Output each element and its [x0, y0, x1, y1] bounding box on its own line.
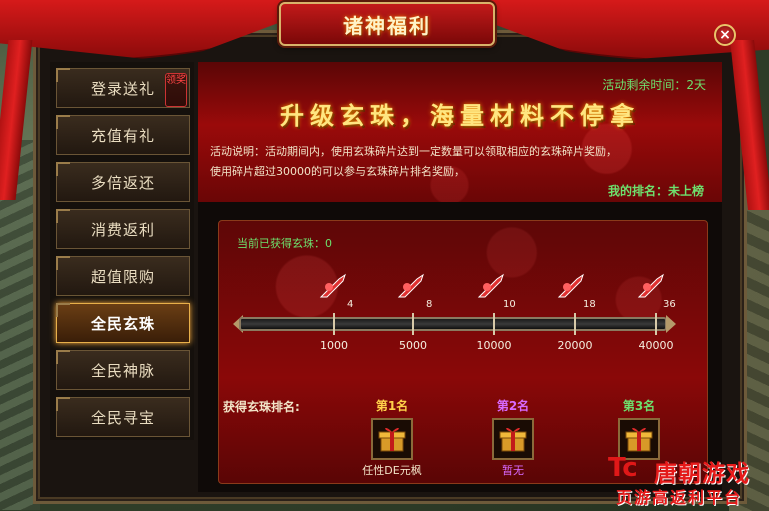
sidebar-item-label: 全民寻宝: [90, 408, 155, 427]
description-line-2: 使用碎片超过30000的可以参与玄珠碎片排名奖励，: [210, 165, 465, 178]
milestone-threshold: 20000: [557, 339, 593, 352]
rank-player-name: 暂无: [502, 464, 524, 477]
milestone-tick: [574, 313, 576, 335]
sword-item-icon: [319, 273, 346, 298]
progress-panel: 当前已获得玄珠：0 4 8 10 18 36 1000 5000 10000 2…: [218, 220, 708, 484]
my-rank-label: 我的排名：: [607, 184, 668, 198]
rank-slot-1: 第1名 任性DE元枫: [352, 397, 432, 478]
sidebar-item-login-gift[interactable]: 登录送礼 领奖: [56, 68, 190, 108]
reward-count-5: 36: [663, 299, 676, 310]
milestone-threshold: 10000: [476, 339, 512, 352]
watermark-logo: Tc: [608, 453, 638, 483]
sidebar-item-shenmai[interactable]: 全民神脉: [56, 350, 190, 390]
rank-reward-box[interactable]: [371, 418, 413, 460]
obtained-count: 当前已获得玄珠：0: [237, 237, 332, 250]
activity-banner: 活动剩余时间：2天 升级玄珠，海量材料不停拿 活动说明：活动期间内，使用玄珠碎片…: [198, 62, 722, 202]
gift-box-icon: [625, 427, 653, 452]
sidebar-item-xuanzhu[interactable]: 全民玄珠: [56, 303, 190, 343]
sword-item-icon: [637, 273, 664, 298]
sidebar: 登录送礼 领奖 充值有礼 多倍返还 消费返利 超值限购 全民玄珠 全民神脉 全民…: [50, 62, 194, 440]
close-icon: ×: [719, 27, 731, 43]
content-panel: 活动剩余时间：2天 升级玄珠，海量材料不停拿 活动说明：活动期间内，使用玄珠碎片…: [198, 62, 722, 492]
milestone-tick: [412, 313, 414, 335]
rank-position: 第3名: [622, 399, 656, 413]
gift-box-icon: [499, 427, 527, 452]
ranking-title: 获得玄珠排名:: [223, 400, 300, 414]
milestone-reward-5[interactable]: [637, 273, 667, 301]
watermark-brand: 唐朝游戏: [654, 461, 750, 487]
my-rank-value: 未上榜: [667, 184, 704, 198]
sidebar-item-treasure-hunt[interactable]: 全民寻宝: [56, 397, 190, 437]
sidebar-item-label: 消费返利: [90, 220, 155, 239]
claim-badge: 领奖: [165, 73, 187, 107]
sidebar-item-spend-rebate[interactable]: 消费返利: [56, 209, 190, 249]
rank-reward-box[interactable]: [492, 418, 534, 460]
sword-item-icon: [397, 273, 424, 298]
site-watermark: Tc 唐朝游戏 页游高返利平台: [608, 452, 768, 508]
sidebar-item-multi-return[interactable]: 多倍返还: [56, 162, 190, 202]
sidebar-item-label: 全民神脉: [90, 361, 155, 380]
sidebar-item-recharge-gift[interactable]: 充值有礼: [56, 115, 190, 155]
reward-count-4: 18: [583, 299, 596, 310]
window-title-plate: 诸神福利: [279, 2, 495, 46]
rank-position: 第1名: [375, 399, 409, 413]
milestone-threshold: 1000: [320, 339, 348, 352]
activity-headline: 升级玄珠，海量材料不停拿: [280, 101, 640, 130]
sidebar-item-label: 多倍返还: [90, 173, 155, 192]
milestone-reward-2[interactable]: [397, 273, 427, 301]
milestone-threshold: 5000: [399, 339, 427, 352]
progress-cap-right: [666, 315, 676, 333]
reward-count-1: 4: [347, 299, 354, 310]
reward-count-3: 10: [503, 299, 516, 310]
rank-player-name: 任性DE元枫: [362, 464, 422, 477]
sword-item-icon: [477, 273, 504, 298]
activity-description: 活动说明：活动期间内，使用玄珠碎片达到一定数量可以领取相应的玄珠碎片奖励， 使用…: [210, 142, 710, 182]
milestone-reward-1[interactable]: [319, 273, 349, 301]
milestone-threshold: 40000: [638, 339, 674, 352]
sidebar-item-label: 登录送礼: [90, 79, 155, 98]
close-button[interactable]: ×: [714, 24, 736, 46]
description-line-1: 活动说明：活动期间内，使用玄珠碎片达到一定数量可以领取相应的玄珠碎片奖励，: [210, 145, 617, 158]
rank-position: 第2名: [496, 399, 530, 413]
milestone-reward-4[interactable]: [557, 273, 587, 301]
reward-count-2: 8: [426, 299, 433, 310]
milestone-reward-3[interactable]: [477, 273, 507, 301]
progress-bar: [239, 317, 667, 331]
milestone-tick: [333, 313, 335, 335]
watermark-slogan: 页游高返利平台: [616, 488, 743, 507]
time-remaining: 活动剩余时间：2天: [602, 78, 706, 92]
sidebar-item-limited-purchase[interactable]: 超值限购: [56, 256, 190, 296]
rank-slot-2: 第2名 暂无: [473, 397, 553, 478]
sidebar-item-label: 全民玄珠: [90, 314, 155, 333]
sword-item-icon: [557, 273, 584, 298]
gift-box-icon: [378, 427, 406, 452]
sidebar-item-label: 超值限购: [90, 267, 155, 286]
milestone-tick: [655, 313, 657, 335]
my-rank: 我的排名：未上榜: [608, 182, 704, 199]
sidebar-item-label: 充值有礼: [90, 126, 155, 145]
milestone-tick: [493, 313, 495, 335]
window-title: 诸神福利: [343, 13, 431, 38]
